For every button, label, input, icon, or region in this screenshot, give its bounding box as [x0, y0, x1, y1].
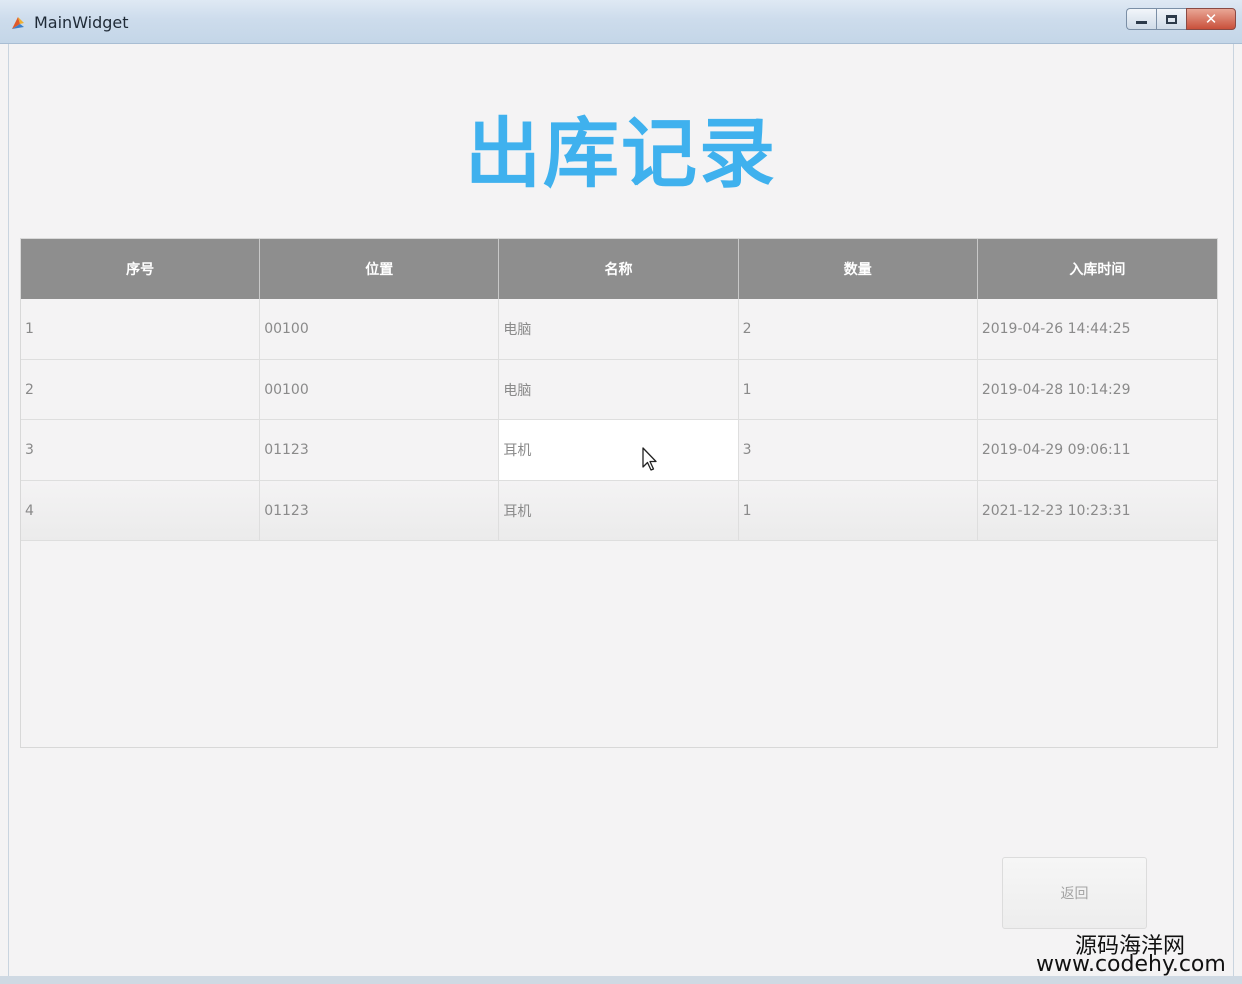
table-row[interactable]: 1 00100 电脑 2 2019-04-26 14:44:25	[21, 299, 1217, 360]
app-icon	[12, 17, 24, 29]
table-row[interactable]: 2 00100 电脑 1 2019-04-28 10:14:29	[21, 359, 1217, 420]
column-header-index[interactable]: 序号	[21, 239, 261, 299]
table-cell-selected[interactable]: 耳机	[499, 420, 739, 480]
table-cell[interactable]: 电脑	[499, 359, 739, 420]
maximize-icon	[1166, 14, 1177, 24]
page-title: 出库记录	[465, 109, 777, 198]
main-window: MainWidget ✕ 出库记录 序号 位置 名称 数量 入库时间 1 001…	[0, 0, 1242, 984]
table-cell[interactable]: 1	[739, 359, 978, 420]
title-bar[interactable]: MainWidget ✕	[0, 0, 1242, 44]
table-cell[interactable]: 耳机	[499, 480, 739, 541]
close-button[interactable]: ✕	[1186, 8, 1236, 30]
table-header: 序号 位置 名称 数量 入库时间	[21, 239, 1217, 299]
column-header-time[interactable]: 入库时间	[978, 239, 1217, 299]
table-cell[interactable]: 4	[21, 480, 261, 541]
table-cell[interactable]: 01123	[260, 420, 500, 480]
window-controls: ✕	[1126, 8, 1236, 30]
minimize-button[interactable]	[1126, 8, 1156, 30]
table-cell[interactable]: 电脑	[499, 299, 739, 359]
table-cell[interactable]: 2019-04-28 10:14:29	[978, 360, 1217, 420]
mouse-pointer-icon	[642, 447, 657, 471]
table-cell[interactable]: 01123	[260, 480, 500, 541]
table-cell[interactable]: 2	[21, 359, 261, 420]
return-button[interactable]: 返回	[1002, 857, 1147, 929]
window-bottom-edge	[0, 976, 1242, 984]
table-cell[interactable]: 00100	[260, 299, 500, 359]
column-header-name[interactable]: 名称	[499, 239, 739, 299]
table-cell[interactable]: 2021-12-23 10:23:31	[978, 481, 1217, 541]
table-cell[interactable]: 00100	[260, 359, 500, 420]
close-icon: ✕	[1204, 9, 1218, 28]
table-row[interactable]: 3 01123 耳机 3 2019-04-29 09:06:11	[21, 420, 1217, 481]
minimize-icon	[1136, 21, 1147, 24]
watermark-url: www.codehy.com	[1036, 952, 1226, 977]
table-cell[interactable]: 3	[739, 420, 978, 480]
table-row[interactable]: 4 01123 耳机 1 2021-12-23 10:23:31	[21, 480, 1217, 541]
table-cell[interactable]: 1	[21, 299, 261, 359]
maximize-button[interactable]	[1156, 8, 1186, 30]
table-cell[interactable]: 2	[739, 299, 978, 359]
column-header-quantity[interactable]: 数量	[739, 239, 978, 299]
table-cell[interactable]: 2019-04-29 09:06:11	[978, 420, 1217, 480]
column-header-location[interactable]: 位置	[260, 239, 500, 299]
records-table[interactable]: 序号 位置 名称 数量 入库时间 1 00100 电脑 2 2019-04-26…	[20, 238, 1218, 748]
window-title: MainWidget	[34, 13, 129, 32]
table-cell[interactable]: 2019-04-26 14:44:25	[978, 299, 1217, 359]
table-cell[interactable]: 1	[739, 480, 978, 541]
table-cell[interactable]: 3	[21, 420, 261, 480]
